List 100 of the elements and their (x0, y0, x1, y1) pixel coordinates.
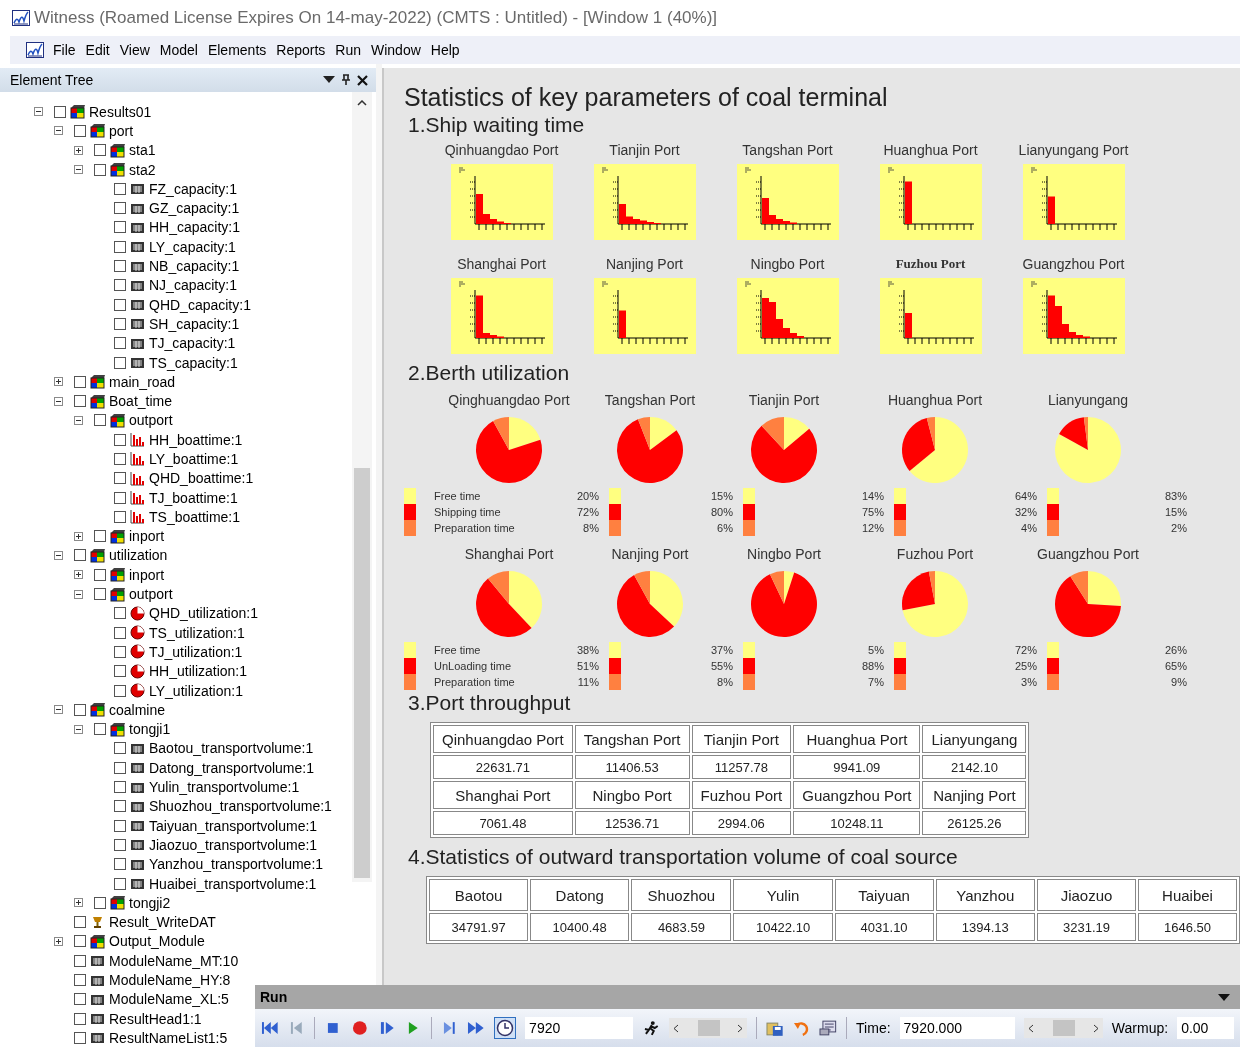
checkbox[interactable] (94, 723, 106, 736)
tree-item[interactable]: NJ_capacity:1 (149, 277, 237, 294)
tree-item[interactable]: TS_utilization:1 (149, 624, 245, 641)
tree-item[interactable]: sta2 (129, 161, 156, 178)
menu-item[interactable]: Model (154, 42, 203, 58)
checkbox[interactable] (114, 819, 126, 832)
checkbox[interactable] (94, 530, 106, 543)
menu-item[interactable]: View (114, 42, 155, 58)
tree-item[interactable]: tongji2 (129, 894, 171, 911)
checkbox[interactable] (114, 877, 126, 890)
checkbox[interactable] (74, 1012, 86, 1025)
tree-item[interactable]: Result_WriteDAT (109, 914, 216, 931)
checkbox[interactable] (114, 645, 126, 658)
checkbox[interactable] (114, 453, 126, 465)
tree-item[interactable]: QHD_utilization:1 (149, 605, 258, 622)
checkbox[interactable] (74, 974, 86, 986)
checkbox[interactable] (114, 626, 126, 639)
checkbox[interactable] (74, 916, 86, 929)
checkbox[interactable] (74, 395, 86, 408)
checkbox[interactable] (114, 221, 126, 234)
record-icon[interactable] (350, 1020, 369, 1036)
tree-item[interactable]: HH_capacity:1 (149, 219, 241, 236)
tree-item[interactable]: Datong_transportvolume:1 (149, 759, 314, 776)
collapse-toggle[interactable] (54, 126, 63, 136)
pin-icon[interactable] (341, 74, 351, 86)
dropdown-icon[interactable] (1218, 993, 1230, 1001)
menu-item[interactable]: Help (425, 42, 465, 58)
checkbox[interactable] (114, 607, 126, 620)
close-icon[interactable] (357, 74, 368, 86)
menu-item[interactable]: Window (366, 42, 426, 58)
checkbox[interactable] (114, 800, 126, 813)
checkbox[interactable] (74, 1031, 86, 1044)
tree-item[interactable]: outport (129, 412, 173, 429)
checkbox[interactable] (114, 684, 126, 697)
tree-item[interactable]: FZ_capacity:1 (149, 180, 237, 197)
checkbox[interactable] (54, 105, 66, 118)
checkbox[interactable] (114, 317, 126, 330)
collapse-toggle[interactable] (34, 107, 43, 117)
collapse-toggle[interactable] (74, 724, 83, 734)
tree-item[interactable]: LY_boattime:1 (149, 451, 239, 467)
tree-item[interactable]: Huaibei_transportvolume:1 (149, 875, 317, 892)
checkbox[interactable] (114, 356, 126, 369)
tree-item[interactable]: Output_Module (109, 933, 205, 950)
checkbox[interactable] (74, 703, 86, 716)
speed-slider[interactable] (1024, 1018, 1103, 1038)
checkbox[interactable] (114, 202, 126, 215)
tree-item[interactable]: coalmine (109, 701, 166, 718)
tree-item[interactable]: tongji1 (129, 721, 171, 738)
tree-item[interactable]: ModuleName_MT:10 (109, 952, 239, 969)
report-icon[interactable] (819, 1020, 838, 1036)
checkbox[interactable] (94, 144, 106, 157)
checkbox[interactable] (114, 858, 126, 871)
checkbox[interactable] (74, 993, 86, 1006)
scrollbar[interactable] (352, 92, 372, 882)
tree-item[interactable]: Baotou_transportvolume:1 (149, 740, 314, 757)
collapse-toggle[interactable] (74, 165, 83, 175)
tree-item[interactable]: GZ_capacity:1 (149, 200, 240, 217)
tree-item[interactable]: sta1 (129, 142, 156, 159)
checkbox[interactable] (114, 491, 126, 504)
checkbox[interactable] (114, 260, 126, 272)
tree-item[interactable]: TS_capacity:1 (149, 354, 238, 371)
checkbox[interactable] (94, 896, 106, 909)
checkbox[interactable] (74, 375, 86, 388)
clock-icon[interactable] (496, 1019, 515, 1037)
tree-item[interactable]: SH_capacity:1 (149, 315, 240, 332)
checkbox[interactable] (114, 337, 126, 350)
expand-toggle[interactable] (74, 898, 83, 908)
tree-item[interactable]: Results01 (89, 103, 152, 120)
checkbox[interactable] (94, 163, 106, 176)
collapse-toggle[interactable] (74, 415, 83, 425)
skip-to-start-icon[interactable] (261, 1020, 279, 1036)
checkbox[interactable] (114, 838, 126, 851)
tree-item[interactable]: NB_capacity:1 (149, 258, 240, 274)
checkbox[interactable] (94, 414, 106, 427)
checkbox[interactable] (74, 935, 86, 948)
tree-item[interactable]: Jiaozuo_transportvolume:1 (149, 836, 318, 853)
tree-item[interactable]: TJ_utilization:1 (149, 643, 243, 660)
checkbox[interactable] (114, 240, 126, 253)
tree-item[interactable]: inport (129, 566, 165, 583)
checkbox[interactable] (74, 954, 86, 967)
tree-item[interactable]: QHD_capacity:1 (149, 296, 251, 313)
expand-toggle[interactable] (54, 936, 63, 946)
tree-item[interactable]: port (109, 122, 134, 139)
tree-item[interactable]: LY_capacity:1 (149, 238, 236, 255)
tree-item[interactable]: TS_boattime:1 (149, 508, 241, 525)
tree-item[interactable]: outport (129, 586, 173, 603)
checkbox[interactable] (114, 665, 126, 678)
save-icon[interactable] (766, 1020, 784, 1036)
checkbox[interactable] (114, 510, 126, 523)
tree-item[interactable]: inport (129, 528, 165, 545)
tree-item[interactable]: ModuleName_XL:5 (109, 991, 229, 1008)
tree-item[interactable]: TJ_boattime:1 (149, 489, 238, 506)
time-field[interactable]: 7920.000 (899, 1017, 1016, 1039)
tree-item[interactable]: ResultHead1:1 (109, 1010, 202, 1027)
warmup-field[interactable]: 0.00 (1177, 1017, 1235, 1039)
tree-item[interactable]: Taiyuan_transportvolume:1 (149, 817, 318, 834)
tree-item[interactable]: utilization (109, 547, 168, 564)
tree-item[interactable]: QHD_boattime:1 (149, 470, 254, 487)
menu-item[interactable]: File (48, 42, 81, 58)
checkbox[interactable] (114, 433, 126, 446)
